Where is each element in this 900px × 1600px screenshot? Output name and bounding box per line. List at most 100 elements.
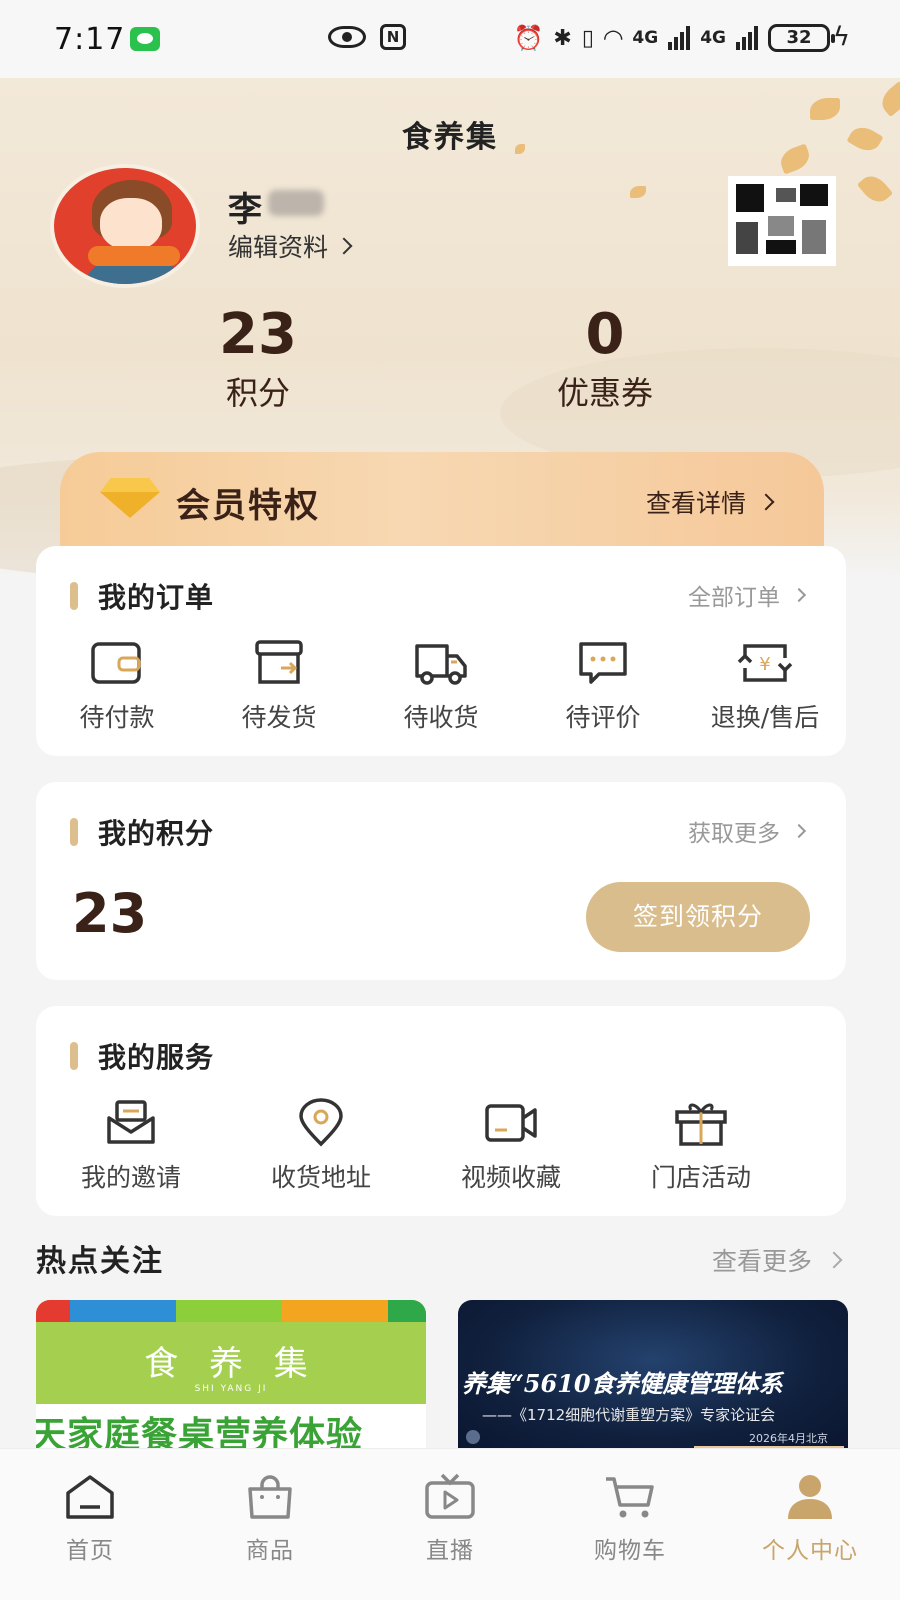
decor-leaf: [630, 186, 646, 198]
hot-banner-1[interactable]: 食 养 集 SHI YANG JI 天家庭餐桌营养体验: [36, 1300, 426, 1450]
section-marker: [70, 818, 78, 846]
points-balance: 23: [72, 882, 148, 945]
chevron-right-icon: [791, 823, 807, 839]
orders-title: 我的订单: [98, 581, 215, 614]
nav-label: 个人中心: [762, 1538, 858, 1564]
services-card: 我的服务 我的邀请 收货地址 视频收藏 门店活动: [36, 1006, 846, 1216]
services-title: 我的服务: [98, 1041, 215, 1074]
battery-level: 32: [786, 27, 812, 48]
service-label: 门店活动: [650, 1163, 751, 1192]
status-time: 7:17: [54, 22, 126, 57]
wallet-icon: [91, 642, 141, 684]
banner-subline: ——《1712细胞代谢重塑方案》专家论证会: [482, 1406, 776, 1424]
nav-label: 直播: [426, 1538, 474, 1564]
comment-icon: [579, 642, 627, 684]
order-pending-payment[interactable]: 待付款: [36, 638, 198, 734]
bluetooth-icon: ✱: [553, 25, 572, 51]
signal-icon-1: [668, 26, 691, 50]
service-label: 视频收藏: [460, 1163, 561, 1192]
status-bar: 7:17 N ⏰ ✱ ▯ ◠ 4G 4G 32 ϟ: [0, 0, 900, 78]
svg-text:¥: ¥: [759, 654, 770, 675]
get-more-points-link[interactable]: 获取更多: [688, 814, 807, 848]
order-status-label: 待评价: [565, 703, 641, 732]
edit-profile-link[interactable]: 编辑资料: [228, 228, 353, 264]
avatar[interactable]: [50, 164, 200, 288]
chevron-right-icon: [757, 493, 775, 511]
order-pending-review[interactable]: 待评价: [522, 638, 684, 734]
order-after-sales[interactable]: ¥ 退换/售后: [684, 638, 846, 734]
diamond-icon: [100, 478, 160, 518]
section-marker: [70, 582, 78, 610]
service-store-events[interactable]: 门店活动: [606, 1098, 796, 1194]
banner-logo-sub: SHI YANG JI: [194, 1384, 268, 1394]
wechat-notification-icon: [130, 27, 160, 51]
points-title: 我的积分: [98, 817, 215, 850]
service-video-favorites[interactable]: 视频收藏: [416, 1098, 606, 1194]
truck-icon: [415, 644, 467, 685]
order-status-label: 退换/售后: [710, 703, 820, 732]
member-privilege-card[interactable]: 会员特权 查看详情: [60, 452, 824, 548]
hot-topics-title: 热点关注: [36, 1244, 164, 1279]
service-invite[interactable]: 我的邀请: [36, 1098, 226, 1194]
home-icon: [66, 1475, 114, 1519]
member-detail-label: 查看详情: [645, 489, 746, 518]
carousel-dot: [466, 1430, 480, 1444]
network-label-1: 4G: [632, 28, 659, 48]
yen-exchange-icon: ¥: [737, 644, 793, 682]
chevron-right-icon: [335, 237, 353, 255]
chevron-right-icon: [791, 587, 807, 603]
order-pending-receipt[interactable]: 待收货: [360, 638, 522, 734]
nav-live[interactable]: 直播: [360, 1449, 540, 1600]
bottom-nav: 首页 商品 直播 购物车 个人中心: [0, 1448, 900, 1600]
coupons-stat[interactable]: 0 优惠券: [530, 304, 680, 414]
status-mid-icons: N: [328, 24, 406, 50]
all-orders-label: 全部订单: [688, 585, 780, 611]
status-right-icons: ⏰ ✱ ▯ ◠ 4G 4G 32: [514, 24, 835, 52]
hot-topics-more-link[interactable]: 查看更多: [712, 1242, 843, 1278]
network-label-2: 4G: [700, 28, 726, 48]
gift-box-icon: [675, 1103, 727, 1146]
person-icon: [788, 1475, 832, 1519]
edit-profile-label: 编辑资料: [228, 233, 329, 262]
coupons-value: 0: [585, 302, 625, 367]
checkin-button[interactable]: 签到领积分: [586, 882, 810, 952]
orders-header: 我的订单: [70, 576, 214, 616]
order-status-label: 待收货: [403, 703, 479, 732]
qr-code-icon[interactable]: [728, 176, 836, 266]
video-camera-icon: [485, 1104, 537, 1142]
banner-logo: 食 养 集: [144, 1344, 318, 1384]
points-card: 我的积分 获取更多 23 签到领积分: [36, 782, 846, 980]
points-header: 我的积分: [70, 812, 214, 852]
charging-icon: ϟ: [832, 22, 850, 52]
username: 李: [228, 190, 262, 230]
location-pin-icon: [299, 1098, 343, 1147]
shopping-bag-icon: [248, 1475, 292, 1519]
nav-label: 首页: [66, 1538, 114, 1564]
coupons-label: 优惠券: [556, 374, 653, 412]
nav-home[interactable]: 首页: [0, 1449, 180, 1600]
nav-label: 商品: [246, 1538, 294, 1564]
nav-cart[interactable]: 购物车: [540, 1449, 720, 1600]
vibrate-icon: ▯: [581, 25, 594, 51]
all-orders-link[interactable]: 全部订单: [688, 578, 807, 612]
service-label: 收货地址: [270, 1163, 371, 1192]
order-pending-shipment[interactable]: 待发货: [198, 638, 360, 734]
battery-icon: 32: [768, 24, 835, 52]
nfc-icon: N: [380, 24, 406, 50]
nav-products[interactable]: 商品: [180, 1449, 360, 1600]
banner-headline: 养集“5610食养健康管理体系: [462, 1369, 783, 1398]
member-detail-link[interactable]: 查看详情: [645, 484, 775, 520]
points-label: 积分: [225, 374, 290, 412]
section-marker: [70, 1042, 78, 1070]
points-value: 23: [219, 302, 297, 367]
points-stat[interactable]: 23 积分: [196, 304, 320, 414]
order-status-label: 待付款: [79, 703, 155, 732]
orders-card: 我的订单 全部订单 待付款 待发货 待收货 待评价 ¥ 退换/售后: [36, 546, 846, 756]
nav-profile[interactable]: 个人中心: [720, 1449, 900, 1600]
chevron-right-icon: [825, 1251, 843, 1269]
service-address[interactable]: 收货地址: [226, 1098, 416, 1194]
nav-label: 购物车: [594, 1538, 666, 1564]
hot-banner-2[interactable]: 养集“5610食养健康管理体系 ——《1712细胞代谢重塑方案》专家论证会 20…: [458, 1300, 848, 1450]
banner-slogan: 天家庭餐桌营养体验: [36, 1415, 364, 1450]
cart-icon: [606, 1477, 654, 1518]
